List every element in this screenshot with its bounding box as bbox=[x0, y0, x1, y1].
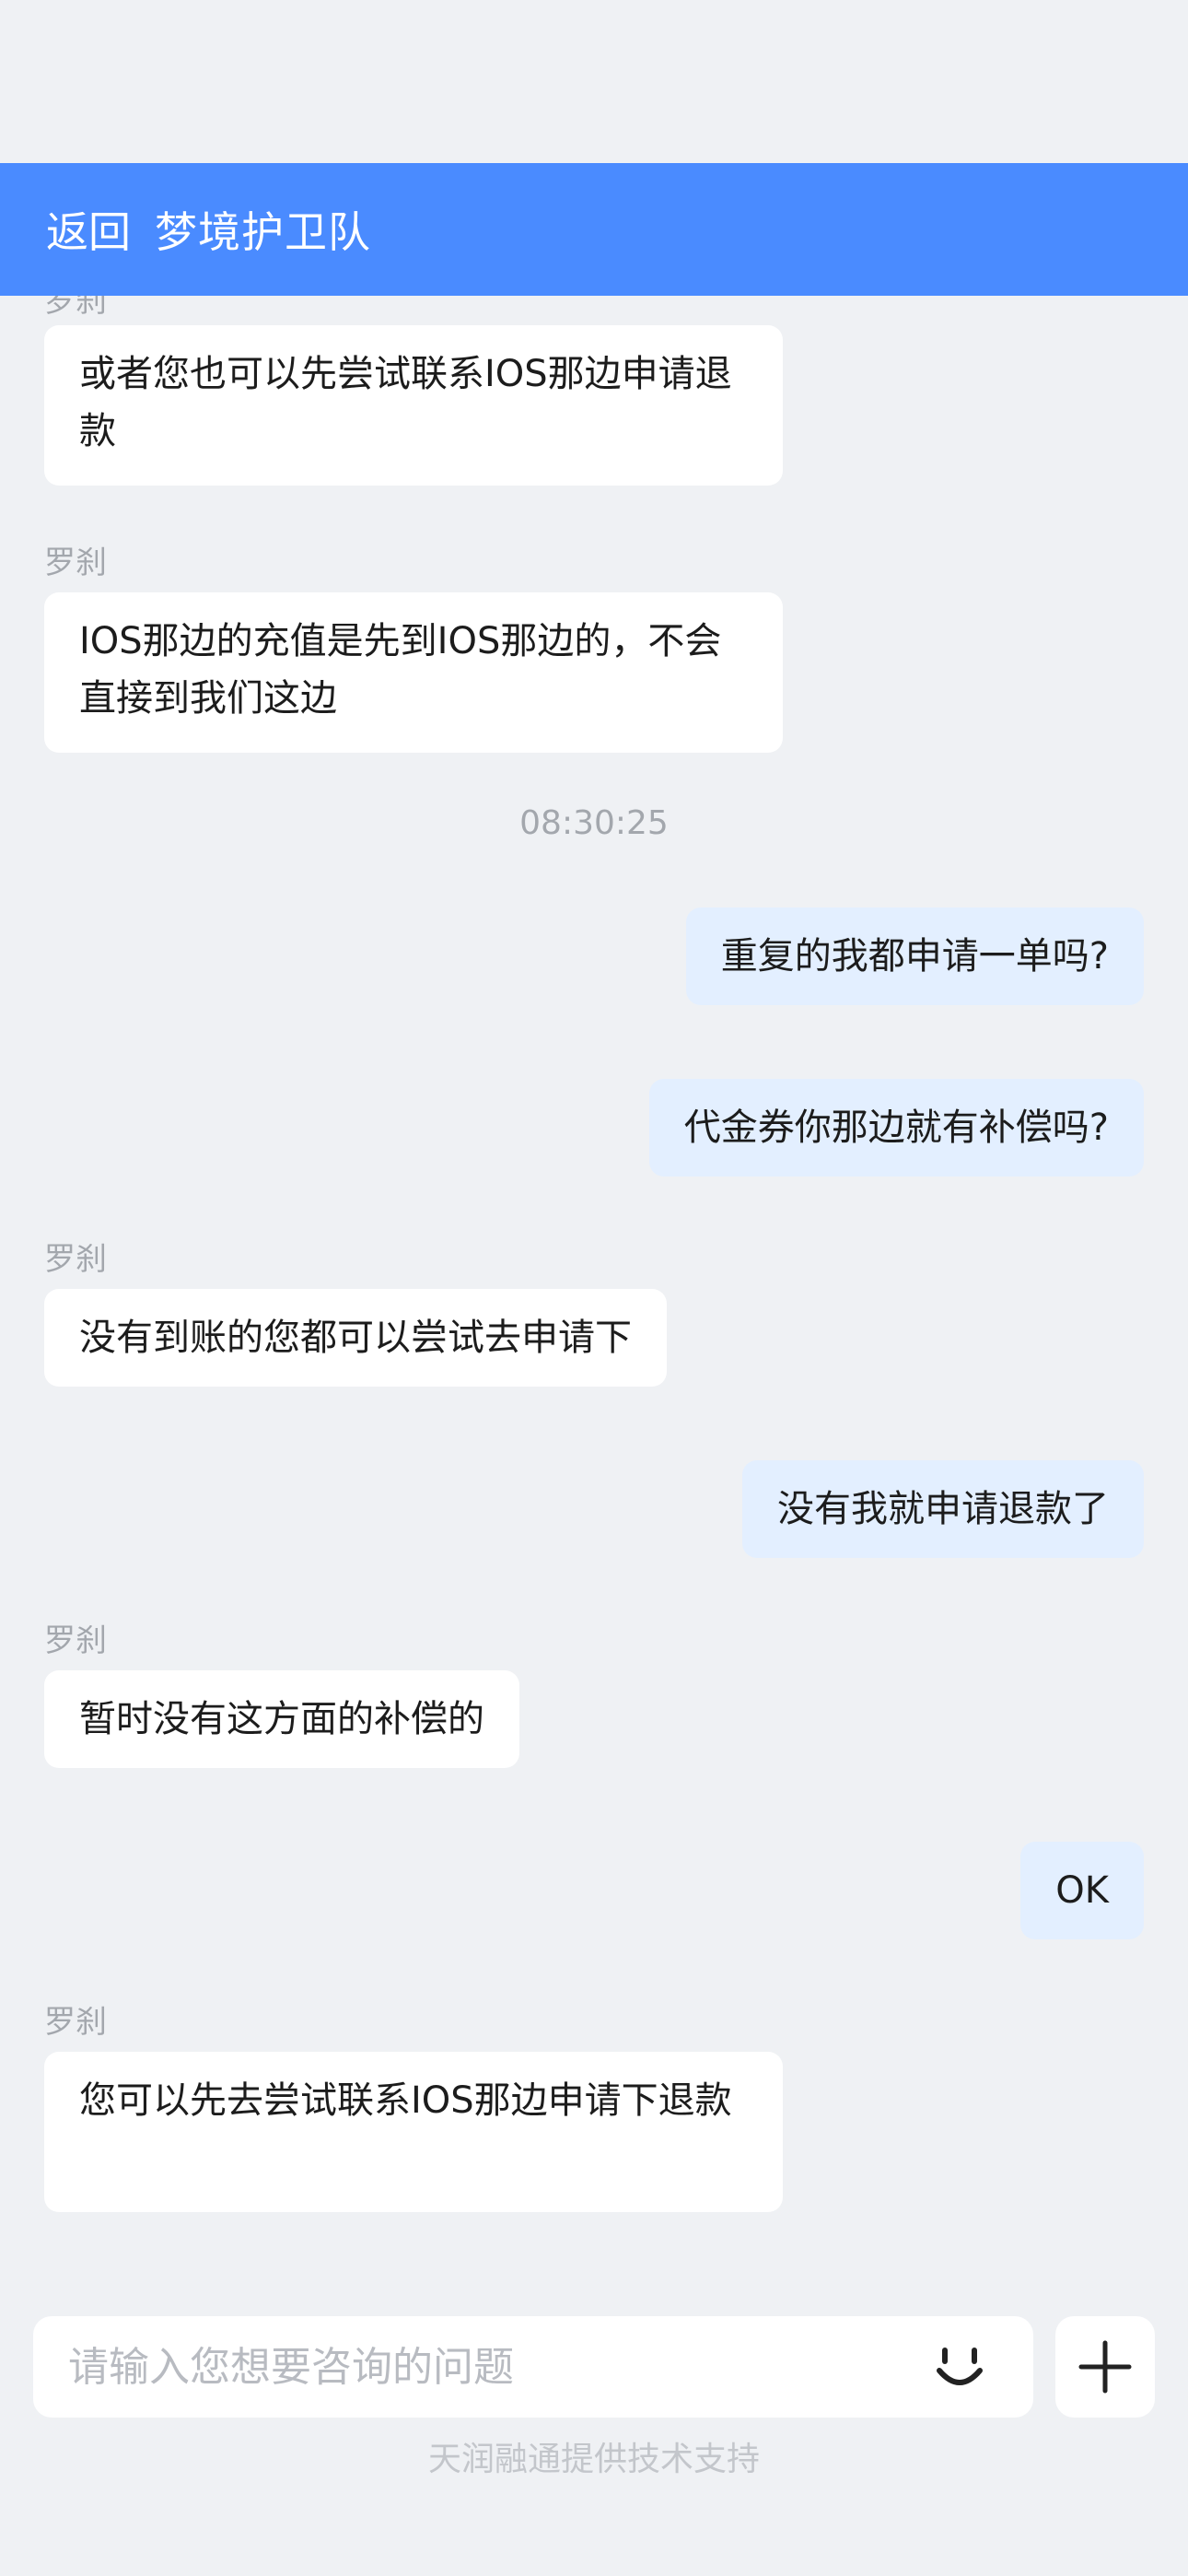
sender-name: 罗刹 bbox=[44, 2004, 107, 2041]
message-bubble-outgoing: OK bbox=[1020, 1842, 1144, 1939]
message-bubble-incoming: 您可以先去尝试联系IOS那边申请下退款 bbox=[44, 2052, 783, 2212]
sender-name: 罗刹 bbox=[44, 1241, 107, 1278]
message-bubble-incoming: 暂时没有这方面的补偿的 bbox=[44, 1670, 519, 1768]
page-title: 梦境护卫队 bbox=[155, 207, 371, 257]
message-input[interactable] bbox=[68, 2343, 923, 2391]
message-bubble-incoming: IOS那边的充值是先到IOS那边的，不会直接到我们这边 bbox=[44, 592, 783, 753]
sender-name: 罗刹 bbox=[44, 1622, 107, 1659]
smile-icon bbox=[937, 2348, 983, 2385]
message-bubble-outgoing: 没有我就申请退款了 bbox=[742, 1460, 1144, 1558]
message-input-bar bbox=[33, 2316, 1033, 2418]
sender-name: 罗刹 bbox=[44, 296, 107, 320]
chat-page: 返回 梦境护卫队 罗刹 或者您也可以先尝试联系IOS那边申请退款 罗刹 IOS那… bbox=[0, 0, 1188, 2576]
plus-icon bbox=[1078, 2340, 1132, 2394]
powered-by-note: 天润融通提供技术支持 bbox=[427, 2441, 760, 2478]
back-button[interactable]: 返回 bbox=[46, 199, 131, 260]
message-bubble-outgoing: 重复的我都申请一单吗? bbox=[685, 907, 1144, 1005]
message-bubble-incoming: 或者您也可以先尝试联系IOS那边申请退款 bbox=[44, 325, 783, 486]
header-bar: 返回 梦境护卫队 bbox=[0, 163, 1188, 296]
chat-area[interactable]: 罗刹 或者您也可以先尝试联系IOS那边申请退款 罗刹 IOS那边的充值是先到IO… bbox=[0, 296, 1188, 2286]
emoji-button[interactable] bbox=[923, 2330, 996, 2404]
message-bubble-outgoing: 代金券你那边就有补偿吗? bbox=[648, 1079, 1144, 1177]
message-bubble-incoming: 没有到账的您都可以尝试去申请下 bbox=[44, 1289, 667, 1387]
sender-name: 罗刹 bbox=[44, 544, 107, 581]
add-attachment-button[interactable] bbox=[1055, 2316, 1155, 2418]
message-timestamp: 08:30:25 bbox=[519, 804, 669, 842]
